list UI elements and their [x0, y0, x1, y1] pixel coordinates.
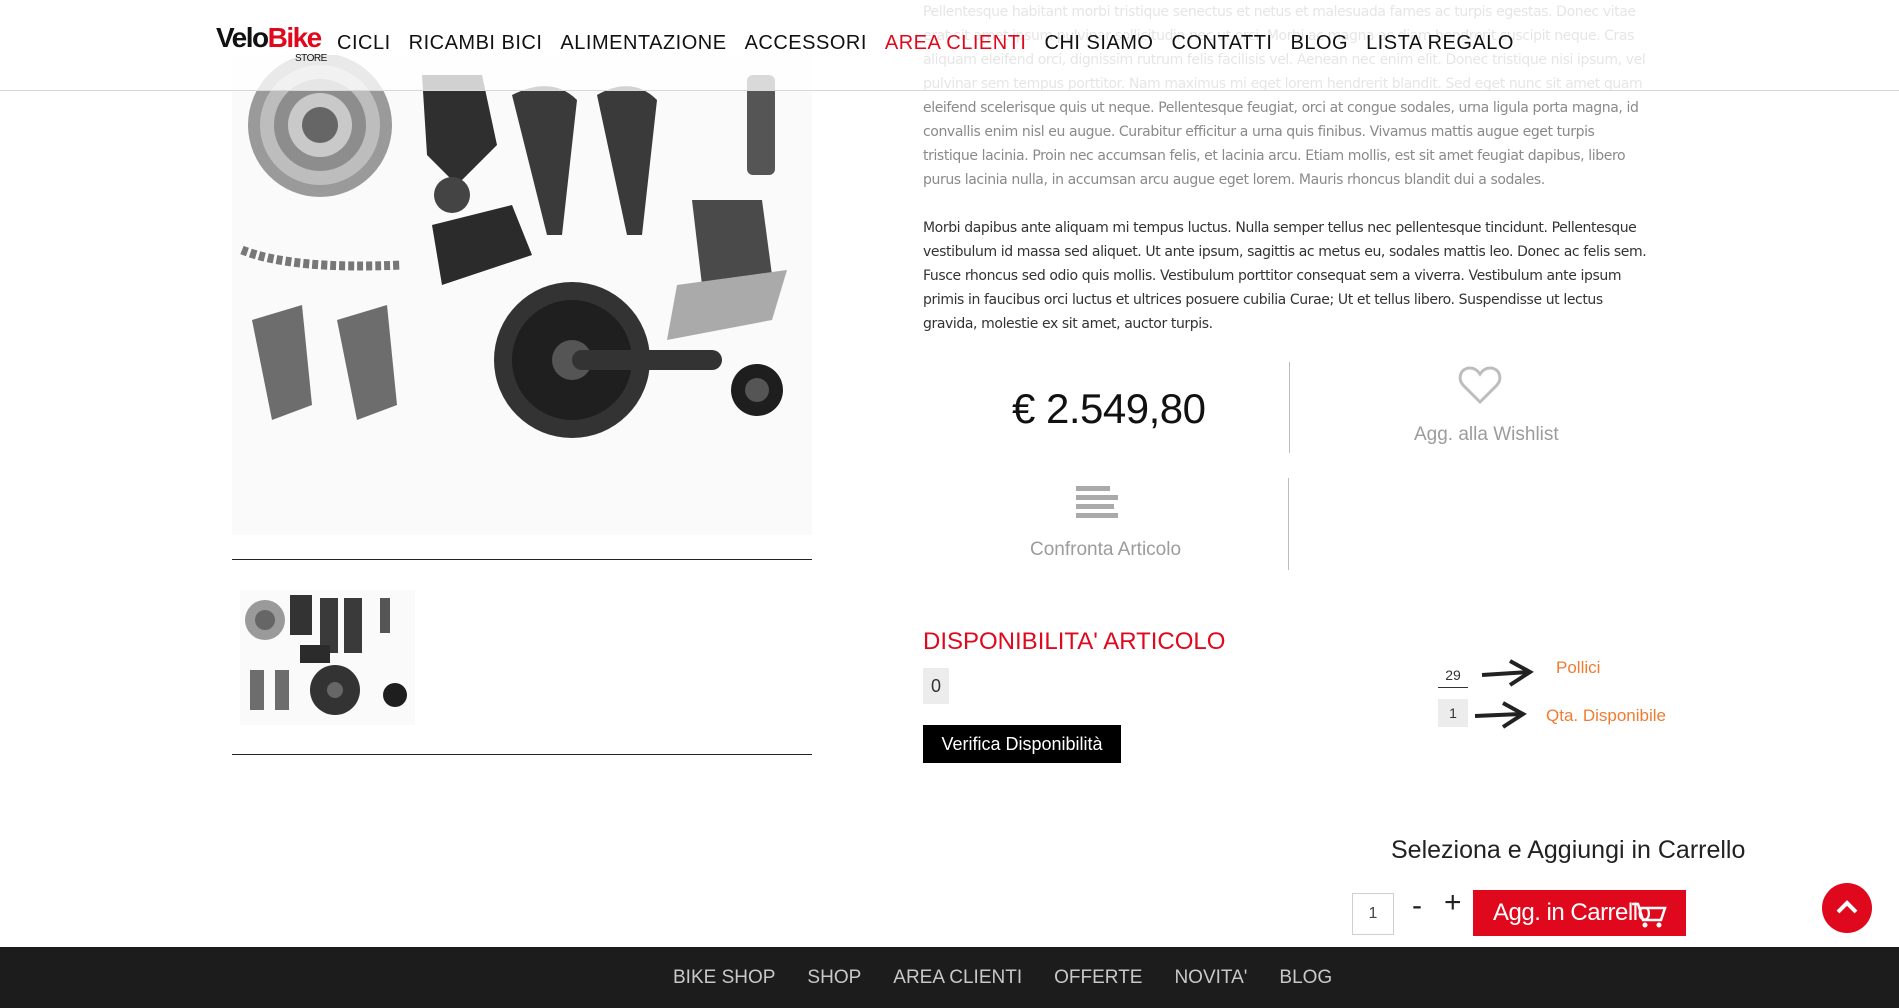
- divider: [1288, 478, 1289, 570]
- logo-text: VeloBike: [216, 22, 322, 53]
- product-thumbnail[interactable]: [240, 590, 415, 725]
- cart-icon: [1631, 901, 1667, 936]
- footer-link-offerte[interactable]: OFFERTE: [1054, 967, 1142, 989]
- verify-availability-button[interactable]: Verifica Disponibilità: [923, 725, 1121, 763]
- availability-title: DISPONIBILITA' ARTICOLO: [923, 628, 1226, 655]
- add-to-cart-label: Agg. in Carrello: [1493, 899, 1651, 926]
- nav-item-area-clienti[interactable]: AREA CLIENTI: [885, 32, 1027, 55]
- nav-item-blog[interactable]: BLOG: [1290, 32, 1348, 55]
- nav-item-cicli[interactable]: CICLI: [337, 32, 391, 55]
- footer-link-bike-shop[interactable]: BIKE SHOP: [673, 967, 775, 989]
- logo-store: STORE: [295, 53, 327, 64]
- add-to-cart-button[interactable]: Agg. in Carrello: [1473, 890, 1686, 936]
- site-header: VeloBike STORE CICLI RICAMBI BICI ALIMEN…: [0, 0, 1899, 91]
- footer-link-area-clienti[interactable]: AREA CLIENTI: [893, 967, 1022, 989]
- arrow-right-icon: [1480, 658, 1534, 693]
- chevron-up-icon: [1836, 900, 1858, 914]
- description-paragraph: Morbi dapibus ante aliquam mi tempus luc…: [923, 220, 1647, 332]
- main-nav: CICLI RICAMBI BICI ALIMENTAZIONE ACCESSO…: [337, 32, 1514, 55]
- nav-item-contatti[interactable]: CONTATTI: [1171, 32, 1272, 55]
- divider: [232, 754, 812, 755]
- footer-link-blog[interactable]: BLOG: [1279, 967, 1332, 989]
- arrow-right-icon: [1473, 700, 1527, 735]
- availability-value: 0: [923, 668, 949, 704]
- nav-item-chi-siamo[interactable]: CHI SIAMO: [1045, 32, 1154, 55]
- available-quantity-value: 1: [1438, 699, 1468, 727]
- quantity-input[interactable]: 1: [1352, 893, 1394, 935]
- divider: [232, 559, 812, 560]
- compare-button[interactable]: Confronta Articolo: [1030, 539, 1181, 561]
- scroll-to-top-button[interactable]: [1822, 883, 1872, 933]
- increase-quantity-button[interactable]: +: [1444, 886, 1462, 920]
- available-quantity-label: Qta. Disponibile: [1546, 706, 1667, 725]
- footer-nav: BIKE SHOP SHOP AREA CLIENTI OFFERTE NOVI…: [673, 967, 1332, 989]
- wishlist-button[interactable]: Agg. alla Wishlist: [1414, 424, 1559, 446]
- footer-link-novita[interactable]: NOVITA': [1174, 967, 1247, 989]
- site-footer: BIKE SHOP SHOP AREA CLIENTI OFFERTE NOVI…: [0, 947, 1899, 1008]
- size-value: 29: [1438, 667, 1468, 688]
- size-label: Pollici: [1556, 658, 1601, 677]
- product-main-image[interactable]: [232, 53, 812, 535]
- nav-item-ricambi-bici[interactable]: RICAMBI BICI: [409, 32, 543, 55]
- divider: [1289, 362, 1290, 453]
- decrease-quantity-button[interactable]: -: [1412, 889, 1422, 923]
- nav-item-accessori[interactable]: ACCESSORI: [745, 32, 867, 55]
- logo[interactable]: VeloBike STORE: [216, 22, 327, 66]
- product-price: € 2.549,80: [1012, 385, 1206, 432]
- heart-icon[interactable]: [1458, 365, 1502, 410]
- nav-item-alimentazione[interactable]: ALIMENTAZIONE: [560, 32, 726, 55]
- footer-link-shop[interactable]: SHOP: [807, 967, 861, 989]
- nav-item-lista-regalo[interactable]: LISTA REGALO: [1366, 32, 1514, 55]
- compare-lines-icon[interactable]: [1076, 484, 1120, 525]
- cart-section-title: Seleziona e Aggiungi in Carrello: [1391, 836, 1746, 864]
